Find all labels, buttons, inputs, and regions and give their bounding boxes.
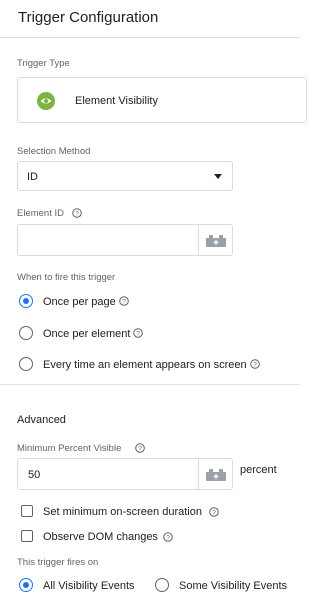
option-every-time: Every time an element appears on screen [43,359,247,371]
svg-text:?: ? [136,330,140,337]
dropdown-arrow-icon [214,174,222,179]
option-once-per-element: Once per element [43,328,131,340]
svg-text:?: ? [122,298,126,305]
radio-all-visibility-events[interactable] [19,578,33,592]
svg-text:?: ? [253,361,257,368]
help-icon[interactable]: ? [163,532,173,542]
option-min-duration: Set minimum on-screen duration [43,506,202,518]
help-icon[interactable]: ? [133,328,143,338]
variable-icon [206,469,226,481]
svg-text:?: ? [75,210,79,217]
radio-some-visibility-events[interactable] [155,578,169,592]
option-all-visibility-events: All Visibility Events [43,580,135,592]
svg-text:?: ? [166,534,170,541]
min-percent-value: 50 [28,469,41,481]
trigger-type-card[interactable]: Element Visibility [17,77,307,123]
trigger-type-value: Element Visibility [75,95,158,107]
help-icon[interactable]: ? [209,507,219,517]
dialog-header: Trigger Configuration [0,0,300,38]
min-percent-input[interactable]: 50 [17,458,233,490]
fires-on-label: This trigger fires on [17,557,99,568]
help-icon[interactable]: ? [250,359,260,369]
eye-icon [37,92,55,110]
selection-method-value: ID [27,171,38,183]
selection-method-select[interactable]: ID [17,161,233,191]
help-icon[interactable]: ? [72,208,82,218]
min-percent-label: Minimum Percent Visible [17,443,122,454]
variable-icon [206,235,226,247]
help-icon[interactable]: ? [135,443,145,453]
trigger-type-label: Trigger Type [17,58,70,69]
radio-once-per-element[interactable] [19,326,33,340]
fire-label: When to fire this trigger [17,272,116,283]
selection-method-label: Selection Method [17,146,91,157]
variable-picker-button[interactable] [198,225,232,255]
option-some-visibility-events: Some Visibility Events [179,580,288,592]
help-icon[interactable]: ? [119,296,129,306]
option-observe-dom: Observe DOM changes [43,531,158,543]
percent-unit: percent [240,464,277,476]
checkbox-observe-dom[interactable] [21,530,33,542]
radio-once-per-page[interactable] [19,294,33,308]
element-id-label: Element ID [17,208,64,219]
variable-picker-button[interactable] [198,459,232,489]
svg-text:?: ? [212,509,216,516]
radio-every-time[interactable] [19,357,33,371]
option-once-per-page: Once per page [43,296,116,308]
page-title: Trigger Configuration [18,9,159,26]
section-divider [0,384,300,385]
advanced-title: Advanced [17,414,66,426]
svg-text:?: ? [138,445,142,452]
checkbox-min-duration[interactable] [21,505,33,517]
element-id-input[interactable] [17,224,233,256]
